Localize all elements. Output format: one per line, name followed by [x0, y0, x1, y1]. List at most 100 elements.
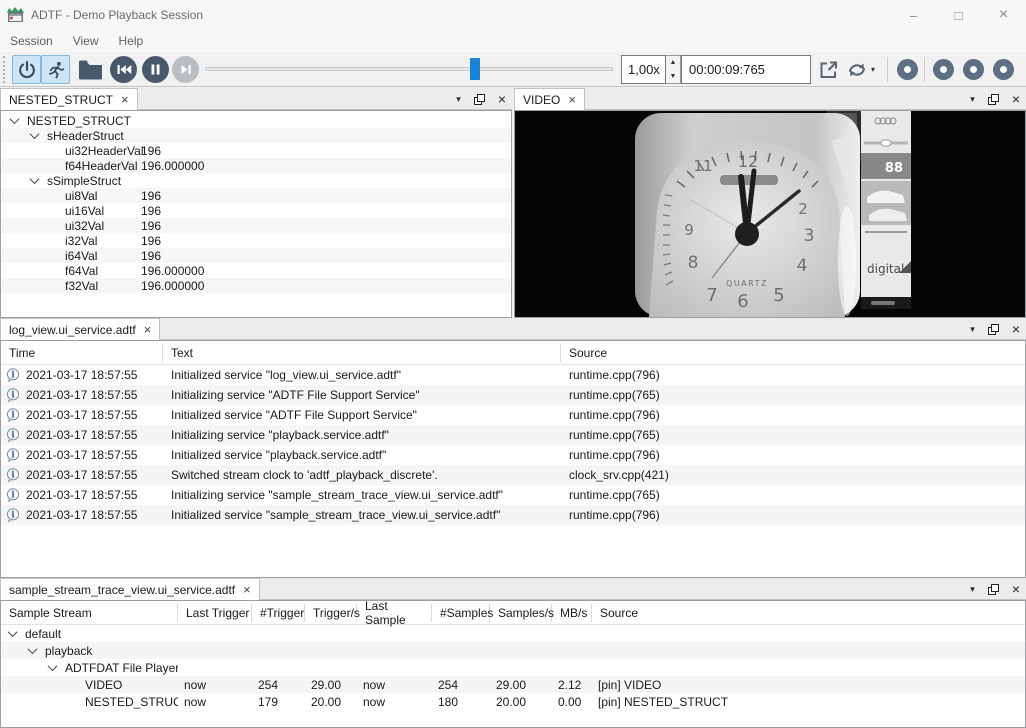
- time-display[interactable]: 00:00:09:765: [681, 55, 811, 84]
- seek-slider-handle[interactable]: [470, 58, 480, 80]
- speed-spinbox[interactable]: 1,00x: [621, 55, 666, 84]
- tab-nested-struct[interactable]: NESTED_STRUCT ×: [0, 88, 138, 110]
- tree-row[interactable]: i64Val196: [1, 248, 511, 263]
- trace-row[interactable]: playback: [1, 642, 1025, 659]
- log-row[interactable]: i2021-03-17 18:57:55 Initializing servic…: [1, 425, 1025, 445]
- tree-row[interactable]: f64HeaderVal196.000000: [1, 158, 511, 173]
- tree-row[interactable]: i32Val196: [1, 233, 511, 248]
- panel-close-icon[interactable]: ×: [1012, 321, 1020, 337]
- tree-row[interactable]: ui16Val196: [1, 203, 511, 218]
- column-header-sample-stream[interactable]: Sample Stream: [1, 604, 178, 622]
- speed-spin-arrows[interactable]: ▲ ▼: [666, 55, 681, 84]
- clock-numeral: 8: [688, 253, 699, 273]
- tree-row[interactable]: ui32HeaderVal196: [1, 143, 511, 158]
- clock-numeral: 7: [706, 285, 717, 306]
- expander-icon[interactable]: [30, 129, 40, 139]
- tab-close-icon[interactable]: ×: [568, 93, 576, 106]
- trace-row[interactable]: VIDEO now 254 29.00 now 254 29.00 2.12 […: [1, 676, 1025, 693]
- panel-close-icon[interactable]: ×: [1012, 581, 1020, 597]
- loop-mode-button[interactable]: [845, 59, 869, 81]
- tab-close-icon[interactable]: ×: [121, 93, 129, 106]
- maximize-button[interactable]: □: [936, 0, 981, 30]
- tree-row[interactable]: sSimpleStruct: [1, 173, 511, 188]
- menu-session[interactable]: Session: [0, 31, 63, 51]
- column-header-time[interactable]: Time: [1, 344, 163, 362]
- tree-row[interactable]: sHeaderStruct: [1, 128, 511, 143]
- panel-close-icon[interactable]: ×: [498, 91, 506, 107]
- panel-float-icon[interactable]: [474, 94, 485, 105]
- skip-to-start-button[interactable]: [110, 56, 137, 83]
- toolbar-grip[interactable]: [3, 56, 7, 83]
- tree-row[interactable]: f64Val196.000000: [1, 263, 511, 278]
- tree-row[interactable]: ui8Val196: [1, 188, 511, 203]
- tab-log-view[interactable]: log_view.ui_service.adtf ×: [0, 318, 160, 340]
- power-button[interactable]: [12, 55, 41, 84]
- menu-view[interactable]: View: [63, 31, 109, 51]
- spin-up-icon[interactable]: ▲: [666, 56, 680, 70]
- panel-float-icon[interactable]: [988, 324, 999, 335]
- log-row[interactable]: i2021-03-17 18:57:55 Switched stream clo…: [1, 465, 1025, 485]
- column-header-last-sample[interactable]: Last Sample: [357, 604, 432, 622]
- log-row[interactable]: i2021-03-17 18:57:55 Initializing servic…: [1, 485, 1025, 505]
- seek-slider-track[interactable]: [205, 67, 613, 71]
- column-header-mb-s[interactable]: MB/s: [552, 604, 592, 622]
- tree-row[interactable]: ui32Val196: [1, 218, 511, 233]
- log-row[interactable]: i2021-03-17 18:57:55 Initialized service…: [1, 365, 1025, 385]
- column-header-last-trigger[interactable]: Last Trigger: [178, 604, 252, 622]
- panel-menu-icon[interactable]: ▾: [970, 94, 975, 105]
- panel-menu-icon[interactable]: ▾: [970, 324, 975, 335]
- panel-float-icon[interactable]: [988, 94, 999, 105]
- runner-icon: [46, 60, 66, 80]
- step-forward-button: [172, 56, 199, 83]
- open-folder-button[interactable]: [78, 59, 103, 80]
- info-icon: i: [6, 388, 20, 402]
- tab-trace-view[interactable]: sample_stream_trace_view.ui_service.adtf…: [0, 578, 260, 600]
- minimize-button[interactable]: –: [891, 0, 936, 30]
- clock-numeral: 9: [684, 221, 694, 239]
- clock-numeral: 5: [773, 285, 784, 306]
- clock-numeral: 12: [738, 152, 758, 171]
- expander-icon[interactable]: [30, 174, 40, 184]
- column-header-text[interactable]: Text: [163, 344, 561, 362]
- panel-close-icon[interactable]: ×: [1012, 91, 1020, 107]
- panel-float-icon[interactable]: [988, 584, 999, 595]
- run-button[interactable]: [41, 55, 70, 84]
- tab-video[interactable]: VIDEO ×: [514, 88, 585, 110]
- close-button[interactable]: ×: [981, 0, 1026, 30]
- expander-icon[interactable]: [10, 114, 20, 124]
- menu-help[interactable]: Help: [109, 31, 154, 51]
- digital-label: digital: [867, 262, 904, 276]
- record-button-4[interactable]: [993, 59, 1014, 80]
- column-header-source[interactable]: Source: [592, 604, 1025, 622]
- expander-icon[interactable]: [28, 644, 38, 654]
- expander-icon[interactable]: [48, 661, 58, 671]
- detach-button[interactable]: [818, 59, 839, 80]
- external-link-icon: [818, 59, 839, 80]
- record-button-1[interactable]: [897, 59, 918, 80]
- log-row[interactable]: i2021-03-17 18:57:55 Initializing servic…: [1, 385, 1025, 405]
- log-row[interactable]: i2021-03-17 18:57:55 Initialized service…: [1, 405, 1025, 425]
- tab-close-icon[interactable]: ×: [144, 323, 152, 336]
- tree-row[interactable]: f32Val196.000000: [1, 278, 511, 293]
- loop-dropdown-icon[interactable]: ▾: [871, 65, 875, 74]
- trace-row[interactable]: NESTED_STRUCT now 179 20.00 now 180 20.0…: [1, 693, 1025, 710]
- column-header-samples-s[interactable]: Samples/s: [490, 604, 552, 622]
- panel-menu-icon[interactable]: ▾: [970, 584, 975, 595]
- panel-menu-icon[interactable]: ▾: [456, 94, 461, 105]
- trace-row[interactable]: default: [1, 625, 1025, 642]
- power-icon: [17, 60, 37, 80]
- column-header-num-trigger[interactable]: #Trigger: [252, 604, 305, 622]
- column-header-num-samples[interactable]: #Samples: [432, 604, 490, 622]
- trace-row[interactable]: ADTFDAT File Player: [1, 659, 1025, 676]
- record-button-3[interactable]: [963, 59, 984, 80]
- column-header-source[interactable]: Source: [561, 344, 1025, 362]
- tree-row[interactable]: NESTED_STRUCT: [1, 113, 511, 128]
- column-header-trigger-s[interactable]: Trigger/s: [305, 604, 357, 622]
- spin-down-icon[interactable]: ▼: [666, 70, 680, 84]
- log-row[interactable]: i2021-03-17 18:57:55 Initialized service…: [1, 505, 1025, 525]
- record-button-2[interactable]: [933, 59, 954, 80]
- pause-button[interactable]: [142, 56, 169, 83]
- log-row[interactable]: i2021-03-17 18:57:55 Initialized service…: [1, 445, 1025, 465]
- expander-icon[interactable]: [8, 627, 18, 637]
- tab-close-icon[interactable]: ×: [243, 583, 251, 596]
